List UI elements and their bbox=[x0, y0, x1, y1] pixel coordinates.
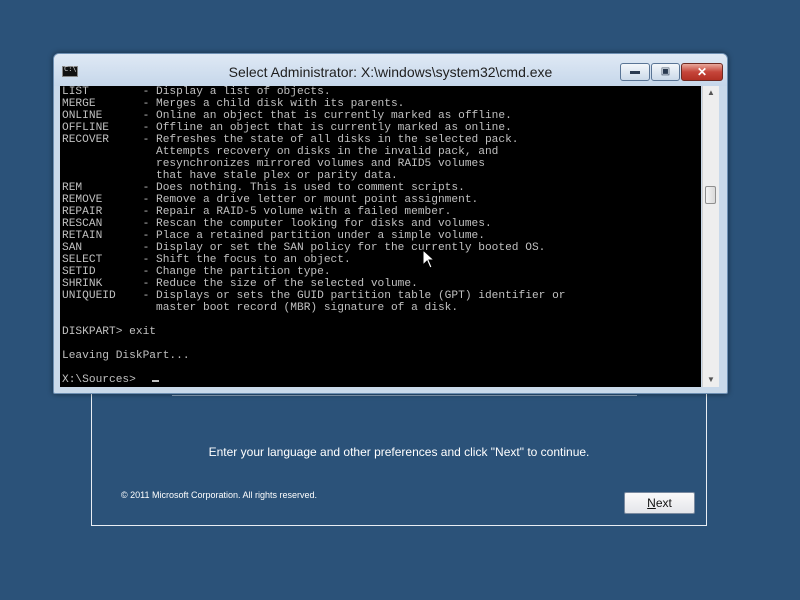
setup-window: Enter your language and other preference… bbox=[91, 384, 707, 526]
minimize-button[interactable]: ▬ bbox=[620, 63, 650, 81]
next-label-accelerator: N bbox=[647, 496, 656, 510]
cmd-titlebar[interactable]: C:\ Select Administrator: X:\windows\sys… bbox=[54, 54, 727, 86]
mouse-pointer-icon bbox=[422, 249, 436, 269]
scroll-thumb[interactable] bbox=[705, 186, 716, 204]
text-cursor bbox=[152, 380, 159, 382]
setup-instruction-text: Enter your language and other preference… bbox=[208, 445, 590, 459]
setup-divider bbox=[172, 395, 637, 396]
cmd-window[interactable]: C:\ Select Administrator: X:\windows\sys… bbox=[53, 53, 728, 394]
next-button[interactable]: Next bbox=[624, 492, 695, 514]
next-label-suffix: ext bbox=[655, 496, 672, 510]
close-button[interactable]: ✕ bbox=[681, 63, 723, 81]
console-area[interactable]: LIST - Display a list of objects. MERGE … bbox=[60, 86, 701, 387]
copyright-text: © 2011 Microsoft Corporation. All rights… bbox=[121, 490, 318, 500]
vertical-scrollbar[interactable]: ▲ ▼ bbox=[702, 86, 719, 387]
maximize-button[interactable]: ▣ bbox=[651, 63, 680, 81]
scroll-up-arrow-icon[interactable]: ▲ bbox=[703, 86, 719, 100]
scroll-down-arrow-icon[interactable]: ▼ bbox=[703, 373, 719, 387]
console-output: LIST - Display a list of objects. MERGE … bbox=[62, 86, 566, 386]
